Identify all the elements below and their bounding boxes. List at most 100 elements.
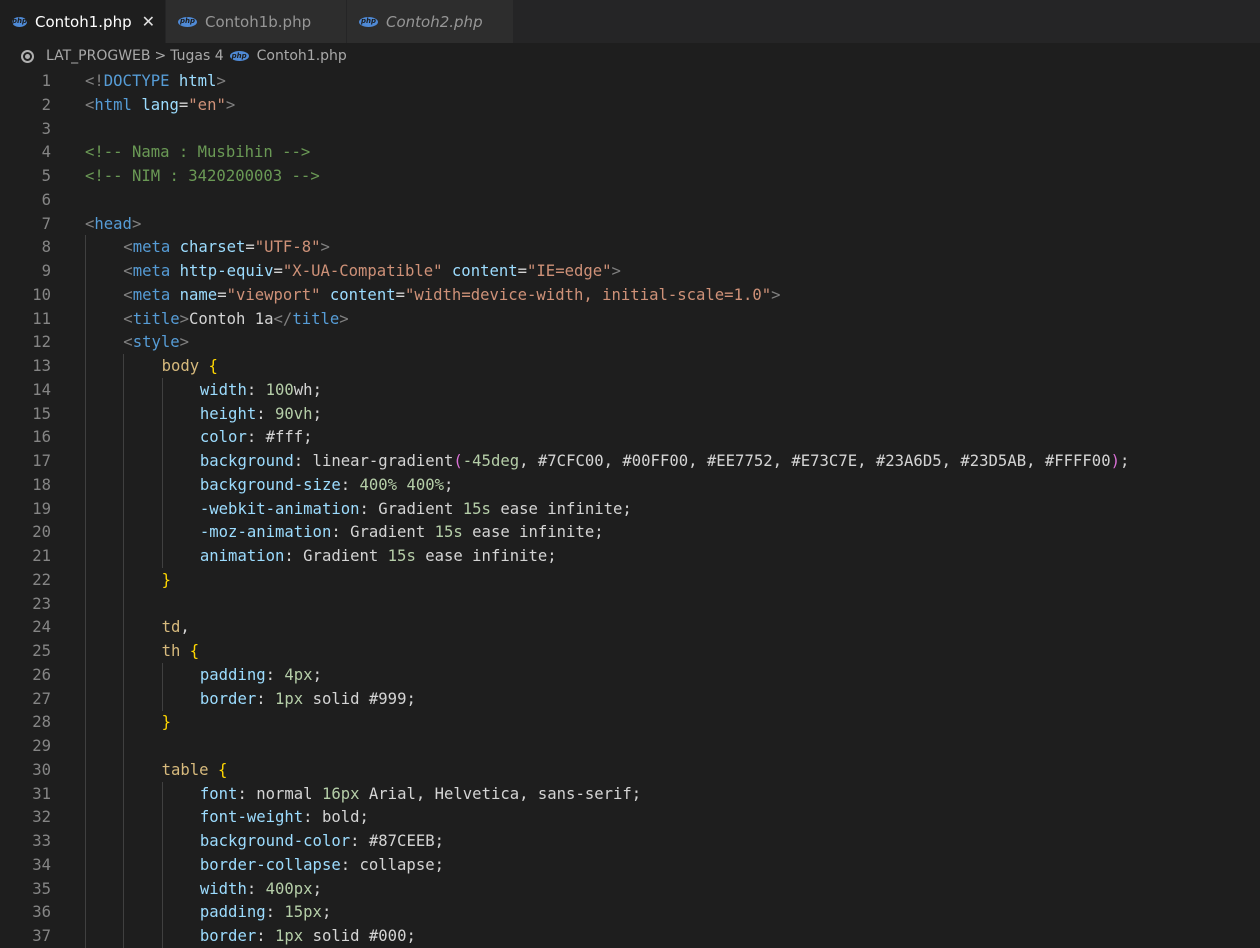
code-token: 400px xyxy=(265,879,313,898)
code-line[interactable]: 17 background: linear-gradient(-45deg, #7… xyxy=(0,449,1260,473)
indent-guide xyxy=(85,829,86,853)
code-line[interactable]: 12 <style> xyxy=(0,330,1260,355)
indent-guide xyxy=(85,544,86,568)
tab-contoh2[interactable]: php Contoh2.php xyxy=(347,0,514,43)
code-token: < xyxy=(123,262,133,280)
code-line[interactable]: 2 <html lang="en"> xyxy=(0,93,1260,117)
code-editor[interactable]: 1 <!DOCTYPE html> 2 <html lang="en"> 3 4 <!-- … xyxy=(0,69,1260,948)
code-line[interactable]: 21 animation: Gradient 15s ease infinite; xyxy=(0,544,1260,568)
indent-guide xyxy=(85,306,86,331)
code-token: -45deg xyxy=(462,452,520,470)
indent-guide xyxy=(123,924,125,948)
line-number: 29 xyxy=(32,737,51,755)
code-token: style xyxy=(132,333,180,352)
code-line[interactable]: 6 xyxy=(0,188,1260,212)
close-icon[interactable]: ✕ xyxy=(142,12,155,31)
code-token: "width=device-width, initial-scale=1.0" xyxy=(404,285,772,304)
code-token: } xyxy=(161,570,171,589)
code-token: wh; xyxy=(293,380,322,399)
code-line[interactable]: 33 background-color: #87CEEB; xyxy=(0,829,1260,853)
code-token: Arial, Helvetica, sans-serif; xyxy=(359,784,642,803)
code-line[interactable]: 22} xyxy=(0,567,1260,592)
indent-guide xyxy=(85,710,86,735)
code-line[interactable]: 8 <meta charset="UTF-8"> xyxy=(0,235,1260,260)
code-token: : Gradient xyxy=(284,547,388,565)
indent-guide xyxy=(123,425,125,450)
code-line[interactable]: 10 <meta name="viewport" content="width=d… xyxy=(0,282,1260,307)
code-line[interactable]: 7 <head> xyxy=(0,212,1260,236)
code-line[interactable]: 24 td, xyxy=(0,615,1260,640)
code-token: < xyxy=(85,214,95,233)
code-token: ; xyxy=(321,903,332,922)
line-number: 33 xyxy=(32,832,51,850)
code-line[interactable]: 4 <!-- Nama : Musbihin --> xyxy=(0,140,1260,164)
code-token: title xyxy=(132,309,180,328)
code-line[interactable]: 11 <title>Contoh 1a</title> xyxy=(0,306,1260,331)
code-line[interactable]: 26 padding: 4px; xyxy=(0,662,1260,687)
code-line[interactable]: 30 table { xyxy=(0,757,1260,782)
breadcrumb-item-tugas4[interactable]: Tugas 4 xyxy=(170,48,223,64)
tab-contoh1b[interactable]: php Contoh1b.php xyxy=(166,0,347,43)
code-token: "X-UA-Compatible" xyxy=(282,262,443,280)
code-line[interactable]: 9 <meta http-equiv="X-UA-Compatible" cont… xyxy=(0,259,1260,283)
code-line[interactable]: 32 font-weight: bold; xyxy=(0,805,1260,830)
line-number: 34 xyxy=(32,855,51,874)
code-line[interactable]: 31 font: normal 16px Arial, Helvetica, sa… xyxy=(0,781,1260,806)
code-line[interactable]: 35 width: 400px; xyxy=(0,876,1260,901)
indent-guide xyxy=(85,282,86,307)
code-line[interactable]: 37 border: 1px solid #000; xyxy=(0,924,1260,948)
code-content: th { xyxy=(162,639,200,663)
code-token: height xyxy=(199,404,257,423)
code-line[interactable]: 1 <!DOCTYPE html> xyxy=(0,69,1260,93)
code-line[interactable]: 18 background-size: 400% 400%; xyxy=(0,472,1260,497)
breadcrumb-item-file[interactable]: Contoh1.php xyxy=(257,48,347,64)
tab-contoh1[interactable]: php Contoh1.php ✕ xyxy=(0,0,166,43)
code-token: DOCTYPE xyxy=(103,72,170,90)
code-line[interactable]: 36 padding: 15px; xyxy=(0,900,1260,925)
indent-guide xyxy=(123,900,125,925)
code-line[interactable]: 3 xyxy=(0,117,1260,141)
line-number: 31 xyxy=(32,784,51,803)
code-token: "UTF-8" xyxy=(254,238,321,257)
code-content: <!-- Nama : Musbihin --> xyxy=(85,140,310,164)
code-token: "en" xyxy=(188,95,226,114)
code-token: background xyxy=(199,452,294,470)
code-token: : normal xyxy=(237,784,322,803)
line-number: 7 xyxy=(41,214,51,233)
code-line[interactable]: 27 border: 1px solid #999; xyxy=(0,686,1260,711)
code-token: </ xyxy=(273,309,293,328)
indent-guide xyxy=(123,852,125,877)
code-line[interactable]: 5 <!-- NIM : 3420200003 --> xyxy=(0,164,1260,188)
code-line[interactable]: 19 -webkit-animation: Gradient 15s ease i… xyxy=(0,496,1260,521)
code-content: padding: 4px; xyxy=(200,663,322,687)
indent-guide xyxy=(161,377,163,402)
indent-guide xyxy=(123,710,125,735)
indent-guide xyxy=(123,496,125,521)
indent-guide xyxy=(85,496,86,521)
code-line[interactable]: 16 color: #fff; xyxy=(0,425,1260,450)
indent-guide xyxy=(123,734,125,758)
code-line[interactable]: 29 xyxy=(0,734,1260,758)
code-content: background: linear-gradient(-45deg, #7CF… xyxy=(200,449,1129,473)
code-token: : Gradient xyxy=(359,499,463,518)
code-token: > xyxy=(611,262,621,280)
code-line[interactable]: 28} xyxy=(0,710,1260,735)
code-line[interactable]: 23 xyxy=(0,591,1260,616)
code-line[interactable]: 20 -moz-animation: Gradient 15s ease infi… xyxy=(0,520,1260,545)
indent-guide xyxy=(161,900,163,925)
code-token: : Gradient xyxy=(331,523,435,542)
breadcrumb-item-lat-progweb[interactable]: LAT_PROGWEB xyxy=(46,48,151,64)
code-token: meta xyxy=(132,285,171,304)
code-token: 16px xyxy=(321,784,360,803)
php-file-icon: php xyxy=(12,16,28,27)
code-line[interactable]: 15 height: 90vh; xyxy=(0,401,1260,426)
code-line[interactable]: 34 border-collapse: collapse; xyxy=(0,852,1260,877)
indent-guide xyxy=(123,662,125,687)
code-content: <meta name="viewport" content="width=dev… xyxy=(123,283,780,307)
tab-label: Contoh2.php xyxy=(386,12,483,31)
code-line[interactable]: 13 body { xyxy=(0,354,1260,378)
code-line[interactable]: 25 th { xyxy=(0,639,1260,663)
code-line[interactable]: 14 width: 100wh; xyxy=(0,377,1260,402)
